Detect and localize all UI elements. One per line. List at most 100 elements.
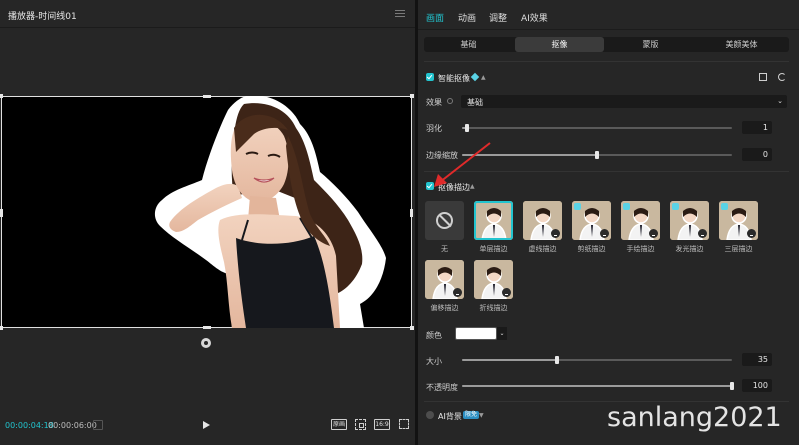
rotate-icon[interactable] (201, 338, 211, 348)
stroke-style-thumbnail[interactable] (719, 201, 758, 240)
resize-handle-top-left[interactable] (0, 94, 3, 98)
color-label: 颜色 (426, 331, 442, 340)
total-duration: 00:00:06:00 (48, 421, 97, 430)
stroke-color-swatch[interactable] (455, 327, 497, 340)
resize-handle-left[interactable] (0, 209, 3, 217)
cutout-person-image (150, 96, 388, 328)
stroke-style-label: 剪纸描边 (577, 245, 606, 253)
subtab-beauty[interactable]: 美颜美体 (697, 37, 786, 52)
aspect-ratio-button[interactable]: 16:9 (374, 419, 390, 430)
player-header: 播放器-时间线01 (0, 0, 415, 28)
divider (424, 61, 789, 62)
stroke-style-thumbnail[interactable] (670, 201, 709, 240)
resize-handle-bottom-left[interactable] (0, 326, 3, 330)
no-stroke-icon (436, 212, 453, 229)
download-icon[interactable] (649, 229, 658, 238)
download-icon[interactable] (698, 229, 707, 238)
opacity-input[interactable]: 100 (742, 379, 772, 392)
subtab-mask[interactable]: 蒙版 (606, 37, 695, 52)
subtab-basic[interactable]: 基础 (424, 37, 513, 52)
opacity-slider[interactable] (462, 382, 734, 390)
grid-icon[interactable] (93, 420, 103, 430)
download-icon[interactable] (747, 229, 756, 238)
info-icon[interactable] (447, 98, 453, 104)
resize-handle-top-right[interactable] (410, 94, 414, 98)
stroke-style-thumbnail[interactable] (621, 201, 660, 240)
ai-background-toggle[interactable] (426, 411, 434, 419)
vip-diamond-icon (623, 203, 630, 210)
top-tabs: 画面 动画 调整 AI效果 (418, 0, 799, 30)
stroke-style-label: 无 (441, 245, 448, 253)
edge-scale-slider-knob[interactable] (595, 151, 599, 159)
download-icon[interactable] (502, 288, 511, 297)
feather-slider[interactable] (462, 124, 732, 132)
effect-select[interactable]: 基础 ⌄ (461, 95, 787, 108)
stroke-style-thumbnail[interactable] (474, 201, 513, 240)
feather-slider-knob[interactable] (465, 124, 470, 132)
vip-diamond-icon (672, 203, 679, 210)
play-icon[interactable] (203, 421, 210, 429)
vip-diamond-icon (721, 203, 728, 210)
playback-bar: 00:00:04:18 00:00:06:00 原画 16:9 (0, 416, 415, 436)
menu-icon[interactable] (395, 10, 405, 18)
fullscreen-icon[interactable] (399, 419, 409, 429)
opacity-label: 不透明度 (426, 383, 458, 392)
stroke-style-label: 折线描边 (479, 304, 508, 312)
vip-diamond-icon (574, 203, 581, 210)
edit-icon[interactable] (759, 73, 767, 81)
stroke-style-label: 手绘描边 (626, 245, 655, 253)
quality-button[interactable]: 原画 (331, 419, 347, 430)
smart-cutout-checkbox[interactable] (426, 73, 434, 81)
feather-label: 羽化 (426, 124, 442, 133)
chevron-down-icon: ⌄ (777, 97, 783, 105)
edge-scale-input[interactable]: 0 (742, 148, 772, 161)
tab-animation[interactable]: 动画 (458, 11, 476, 24)
chevron-down-icon[interactable]: ⌄ (497, 327, 507, 340)
edge-scale-slider[interactable] (462, 151, 732, 159)
size-input[interactable]: 35 (742, 353, 772, 366)
reset-icon[interactable] (778, 73, 786, 81)
focus-icon[interactable] (355, 419, 366, 430)
subtab-cutout[interactable]: 抠像 (515, 37, 604, 52)
player-title: 播放器-时间线01 (8, 12, 77, 22)
stroke-preview-image (474, 201, 513, 240)
player-panel: 播放器-时间线01 00:00:04:18 00:00:06:00 原画 16:… (0, 0, 415, 445)
stroke-style-thumbnail[interactable] (425, 260, 464, 299)
property-panel: 画面 动画 调整 AI效果 基础 抠像 蒙版 美颜美体 智能抠像 ▲ 效果 基础… (418, 0, 799, 445)
size-label: 大小 (426, 357, 442, 366)
effect-select-value: 基础 (467, 98, 483, 107)
ai-background-label: AI背景 (438, 412, 462, 421)
opacity-slider-knob[interactable] (730, 382, 734, 390)
size-slider[interactable] (462, 356, 732, 364)
collapse-caret-icon[interactable]: ▲ (481, 74, 486, 81)
stroke-style-thumbnail[interactable] (474, 260, 513, 299)
download-icon[interactable] (551, 229, 560, 238)
size-slider-knob[interactable] (554, 356, 559, 364)
resize-handle-bottom-right[interactable] (410, 326, 414, 330)
tab-picture[interactable]: 画面 (426, 11, 444, 24)
stroke-style-thumbnail[interactable] (572, 201, 611, 240)
smart-cutout-label: 智能抠像 (438, 74, 470, 83)
feather-input[interactable]: 1 (742, 121, 772, 134)
current-timecode: 00:00:04:18 (5, 421, 54, 430)
download-icon[interactable] (453, 288, 462, 297)
watermark-text: sanlang2021 (607, 402, 782, 433)
stroke-style-thumbnail[interactable] (523, 201, 562, 240)
sub-tabs: 基础 抠像 蒙版 美颜美体 (424, 37, 789, 52)
tab-ai-effects[interactable]: AI效果 (521, 11, 548, 24)
stroke-style-label: 虚线描边 (528, 245, 557, 253)
stroke-style-label: 三层描边 (724, 245, 753, 253)
stroke-style-label: 偏移描边 (430, 304, 459, 312)
vip-diamond-icon (470, 72, 480, 82)
download-icon[interactable] (600, 229, 609, 238)
tab-adjust[interactable]: 调整 (489, 11, 507, 24)
effect-label: 效果 (426, 98, 442, 107)
stroke-style-thumbnail[interactable] (425, 201, 464, 240)
resize-handle-right[interactable] (410, 209, 413, 217)
stroke-style-label: 单层描边 (479, 245, 508, 253)
annotation-arrow (434, 142, 491, 187)
expand-caret-icon[interactable]: ▼ (479, 412, 484, 419)
stroke-style-label: 发光描边 (675, 245, 704, 253)
free-badge: 限免 (463, 411, 480, 419)
stroke-style-grid: 无 单层描边 虚线描边 剪纸描边 手绘描边 发光描边 三层描边偏移描边 折线描边 (425, 201, 785, 312)
